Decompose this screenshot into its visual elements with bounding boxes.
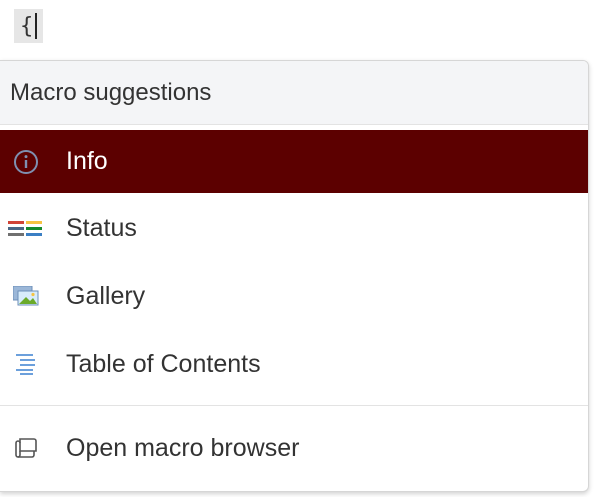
status-icon [8,213,44,243]
macro-item-label: Table of Contents [66,349,261,378]
macro-item-label: Info [66,147,108,175]
popup-header-title: Macro suggestions [10,78,212,106]
macro-item-table-of-contents[interactable]: Table of Contents [0,331,588,397]
table-of-contents-icon [8,349,44,379]
editor-input-line[interactable]: { [14,8,44,44]
typed-text: { [20,13,34,39]
macro-browser-icon [8,433,44,463]
gallery-icon [8,281,44,311]
macro-item-label: Status [66,213,137,242]
typed-macro-trigger: { [14,9,44,43]
text-caret [35,13,38,39]
open-macro-browser-label: Open macro browser [66,433,300,462]
macro-item-status[interactable]: Status [0,195,588,261]
popup-header: Macro suggestions [0,61,588,125]
macro-suggestion-list: Info Status Gallery Table of Contents [0,125,588,397]
macro-item-label: Gallery [66,281,146,310]
macro-suggestions-popup: Macro suggestions Info Status Gallery Ta… [0,60,589,492]
open-macro-browser-button[interactable]: Open macro browser [0,406,588,490]
macro-item-info[interactable]: Info [0,130,588,193]
macro-item-gallery[interactable]: Gallery [0,263,588,329]
info-icon [8,147,44,177]
